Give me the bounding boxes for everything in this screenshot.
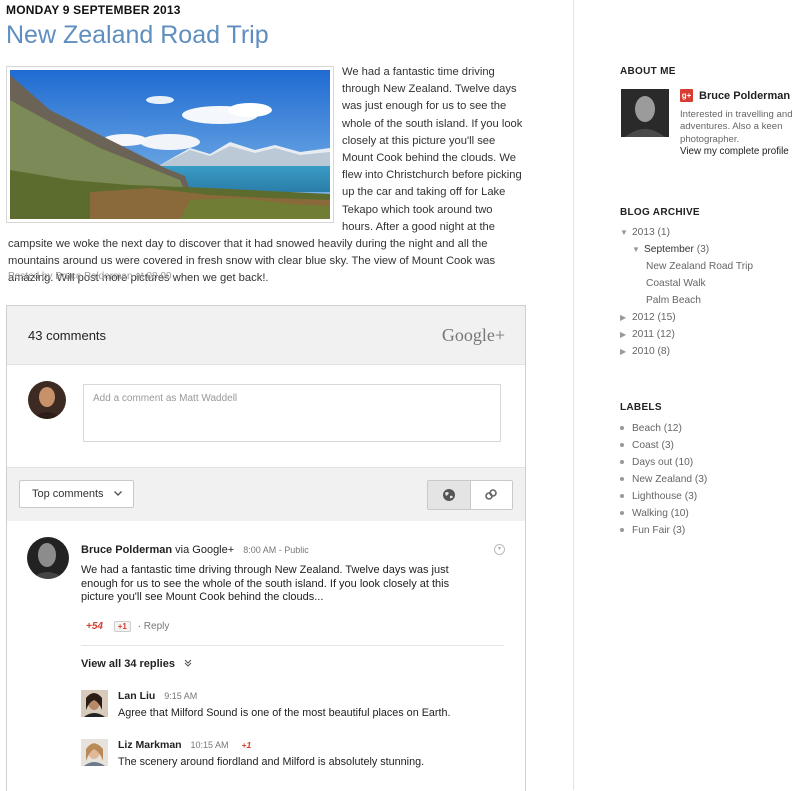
comment-author[interactable]: Bruce Polderman — [81, 544, 172, 556]
chevron-down-icon — [113, 488, 123, 501]
comment-compose: Add a comment as Matt Waddell — [7, 365, 525, 467]
reply-avatar[interactable] — [81, 690, 108, 717]
triangle-down-icon: ▼ — [620, 228, 628, 237]
sort-dropdown[interactable]: Top comments — [19, 480, 134, 508]
bullet-icon — [620, 511, 624, 516]
label-item[interactable]: Days out (10) — [620, 454, 707, 471]
comment-menu-icon[interactable]: ▾ — [494, 544, 505, 555]
reply-author[interactable]: Liz Markman — [118, 739, 182, 751]
bullet-icon — [620, 460, 624, 465]
archive-year-2012[interactable]: ▶ 2012 (15) — [620, 309, 753, 326]
post-date: MONDAY 9 SEPTEMBER 2013 — [6, 3, 181, 17]
column-divider — [573, 0, 574, 790]
reply-link[interactable]: Reply — [144, 621, 170, 632]
commenter-avatar[interactable] — [27, 537, 69, 579]
archive-year-2010[interactable]: ▶ 2010 (8) — [620, 343, 753, 360]
bullet-icon — [620, 426, 624, 431]
comment-text: We had a fantastic time driving through … — [81, 564, 450, 604]
label-item[interactable]: Walking (10) — [620, 505, 707, 522]
archive-month-september[interactable]: ▼ September (3) — [620, 241, 753, 258]
plus-one-button[interactable]: +1 — [113, 621, 131, 632]
reply-author[interactable]: Lan Liu — [118, 690, 155, 702]
bullet-icon — [620, 443, 624, 448]
profile-photo[interactable] — [621, 89, 669, 137]
comments-header: 43 comments Google+ — [7, 306, 525, 365]
triangle-right-icon: ▶ — [620, 347, 627, 356]
label-item[interactable]: Coast (3) — [620, 437, 707, 454]
triangle-down-icon: ▼ — [632, 245, 640, 254]
view-all-replies-link[interactable]: View all 34 replies — [81, 658, 192, 670]
archive-year-2011[interactable]: ▶ 2011 (12) — [620, 326, 753, 343]
public-filter-button[interactable] — [428, 481, 471, 509]
bullet-icon — [620, 494, 624, 499]
reply-time[interactable]: 9:15 AM — [164, 691, 197, 701]
blog-archive: ▼ 2013 (1) ▼ September (3) New Zealand Roa… — [620, 224, 753, 360]
post-body: We had a fantastic time driving through … — [8, 66, 523, 285]
triangle-right-icon: ▶ — [620, 330, 627, 339]
comments-widget: 43 comments Google+ Add a comment as Mat… — [6, 305, 526, 791]
label-item[interactable]: New Zealand (3) — [620, 471, 707, 488]
comments-toolbar: Top comments — [7, 467, 525, 521]
archive-post-link[interactable]: Coastal Walk — [620, 275, 753, 292]
current-user-avatar — [28, 381, 66, 419]
archive-post-link[interactable]: Palm Beach — [620, 292, 753, 309]
label-item[interactable]: Beach (12) — [620, 420, 707, 437]
reply-text: Agree that Milford Sound is one of the m… — [118, 707, 451, 719]
reply-time[interactable]: 10:15 AM — [191, 740, 229, 750]
labels-list: Beach (12) Coast (3) Days out (10) New Z… — [620, 420, 707, 539]
archive-heading: BLOG ARCHIVE — [620, 207, 700, 218]
reply-plus-count: +1 — [241, 740, 252, 750]
comments-count: 43 comments — [28, 328, 107, 343]
thread-divider — [81, 645, 504, 646]
plus-count: +54 — [86, 621, 103, 632]
visibility-toggle — [427, 480, 513, 510]
double-chevron-down-icon — [184, 659, 192, 669]
post-footer: Posted by Bruce Polderman at 08.00 — [8, 271, 172, 282]
profile-name[interactable]: g+ Bruce Polderman — [680, 89, 790, 102]
globe-icon — [442, 489, 455, 501]
triangle-right-icon: ▶ — [620, 313, 627, 322]
profile-description: Interested in travelling and adventures.… — [680, 109, 793, 145]
label-item[interactable]: Fun Fair (3) — [620, 522, 707, 539]
post-title[interactable]: New Zealand Road Trip — [6, 21, 269, 50]
link-filter-button[interactable] — [470, 481, 512, 509]
comment-time[interactable]: 8:00 AM - Public — [243, 545, 309, 555]
comment-input[interactable]: Add a comment as Matt Waddell — [83, 384, 501, 442]
post-author-link[interactable]: Bruce Polderman — [55, 271, 132, 282]
labels-heading: LABELS — [620, 402, 662, 413]
archive-post-link[interactable]: New Zealand Road Trip — [620, 258, 753, 275]
comment-actions: +54 +1 · Reply — [86, 621, 170, 632]
link-icon — [485, 489, 498, 500]
comment-thread: Bruce Polderman via Google+ 8:00 AM - Pu… — [7, 521, 525, 791]
label-item[interactable]: Lighthouse (3) — [620, 488, 707, 505]
bullet-icon — [620, 477, 624, 482]
view-profile-link[interactable]: View my complete profile — [680, 146, 789, 157]
archive-year-2013[interactable]: ▼ 2013 (1) — [620, 224, 753, 241]
comment-meta: Bruce Polderman via Google+ 8:00 AM - Pu… — [81, 544, 309, 556]
bullet-icon — [620, 528, 624, 533]
google-plus-icon: g+ — [680, 89, 693, 102]
google-plus-logo: Google+ — [441, 325, 505, 345]
reply-avatar[interactable] — [81, 739, 108, 766]
about-heading: ABOUT ME — [620, 66, 676, 77]
reply-text: The scenery around fiordland and Milford… — [118, 756, 425, 768]
post-time[interactable]: 08.00 — [146, 271, 171, 282]
